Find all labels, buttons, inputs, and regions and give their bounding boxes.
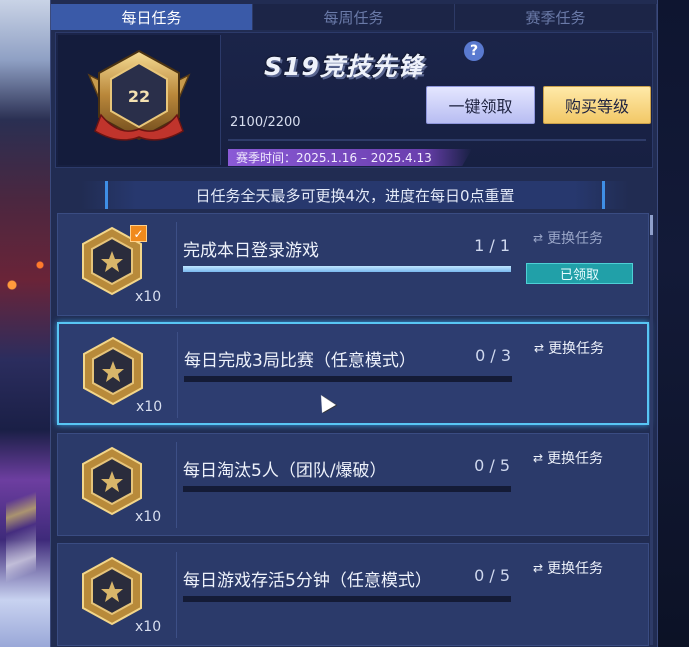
level-number: 22 — [128, 87, 150, 106]
swap-icon: ⇄ — [534, 341, 545, 355]
buy-level-button[interactable]: 购买等级 — [543, 86, 651, 124]
reward-count: x10 — [135, 619, 162, 635]
background-glow — [6, 470, 36, 620]
level-emblem: 22 — [58, 35, 221, 165]
task-progress-bar — [183, 486, 511, 492]
claimed-badge: 已领取 — [526, 263, 633, 284]
reward-count: x10 — [135, 289, 162, 305]
exp-progress-text: 2100/2200 — [230, 115, 301, 130]
claimed-check-icon: ✓ — [130, 225, 147, 242]
swap-task-button[interactable]: ⇄ 更换任务 — [533, 558, 603, 578]
task-tabs: 每日任务 每周任务 赛季任务 — [51, 4, 657, 30]
task-progress-text: 0 / 3 — [475, 346, 511, 365]
question-mark-icon[interactable]: ? — [464, 41, 484, 61]
task-list-scrollbar[interactable] — [650, 215, 653, 645]
task-progress-bar — [184, 376, 512, 382]
task-card[interactable]: x10 每日游戏存活5分钟（任意模式） 0 / 5 ⇄ 更换任务 — [57, 543, 649, 646]
reward-icon-box: x10 — [58, 434, 176, 535]
task-title: 每日游戏存活5分钟（任意模式） — [183, 571, 432, 591]
tab-weekly-tasks[interactable]: 每周任务 — [253, 4, 455, 30]
task-card[interactable]: ✓ x10 完成本日登录游戏 1 / 1 ⇄ 更换任务 已领取 — [57, 213, 649, 316]
tab-daily-tasks[interactable]: 每日任务 — [51, 4, 253, 30]
reward-count: x10 — [135, 509, 162, 525]
task-progress-text: 0 / 5 — [474, 566, 510, 585]
swap-task-button[interactable]: ⇄ 更换任务 — [534, 338, 604, 358]
medal-icon — [82, 556, 142, 626]
swap-icon: ⇄ — [533, 231, 544, 245]
task-progress-bar — [183, 596, 511, 602]
task-title: 每日完成3局比赛（任意模式） — [184, 351, 416, 371]
swap-task-label: 更换任务 — [548, 341, 605, 357]
card-divider — [177, 332, 178, 418]
swap-task-button[interactable]: ⇄ 更换任务 — [533, 228, 603, 248]
reward-icon-box: ✓ x10 — [58, 214, 176, 315]
task-panel: 每日任务 每周任务 赛季任务 22 S19竞技先锋 ? 一键领取 购买等级 21… — [50, 0, 658, 647]
task-card-selected[interactable]: x10 每日完成3局比赛（任意模式） 0 / 3 ⇄ 更换任务 — [57, 322, 649, 425]
reward-count: x10 — [136, 399, 163, 415]
task-progress-text: 1 / 1 — [474, 236, 510, 255]
season-header: 22 S19竞技先锋 ? 一键领取 购买等级 2100/2200 赛季时间：20… — [55, 32, 653, 168]
task-progress-fill — [183, 266, 511, 272]
card-divider — [176, 552, 177, 638]
task-title: 每日淘汰5人（团队/爆破） — [183, 461, 387, 481]
medal-icon — [82, 446, 142, 516]
swap-icon: ⇄ — [533, 451, 544, 465]
task-progress-bar — [183, 266, 511, 272]
medal-icon — [83, 336, 143, 406]
swap-task-label: 更换任务 — [547, 231, 604, 247]
reward-icon-box: x10 — [59, 324, 177, 423]
level-emblem-icon: 22 — [87, 49, 191, 141]
claim-all-button[interactable]: 一键领取 — [426, 86, 535, 124]
card-divider — [176, 222, 177, 308]
background-scene-left — [0, 0, 52, 647]
reward-icon-box: x10 — [58, 544, 176, 645]
task-progress-text: 0 / 5 — [474, 456, 510, 475]
task-title: 完成本日登录游戏 — [183, 241, 319, 261]
season-time-label: 赛季时间：2025.1.16 – 2025.4.13 — [228, 149, 472, 166]
swap-task-label: 更换任务 — [547, 561, 604, 577]
card-divider — [176, 442, 177, 528]
tab-season-tasks[interactable]: 赛季任务 — [455, 4, 657, 30]
background-scene-right — [654, 0, 689, 647]
exp-progress-bar — [228, 139, 646, 141]
swap-task-button[interactable]: ⇄ 更换任务 — [533, 448, 603, 468]
task-card[interactable]: x10 每日淘汰5人（团队/爆破） 0 / 5 ⇄ 更换任务 — [57, 433, 649, 536]
daily-info-banner: 日任务全天最多可更换4次，进度在每日0点重置 — [81, 181, 629, 209]
swap-task-label: 更换任务 — [547, 451, 604, 467]
scrollbar-thumb[interactable] — [650, 215, 653, 235]
season-title: S19竞技先锋 — [264, 52, 424, 81]
swap-icon: ⇄ — [533, 561, 544, 575]
